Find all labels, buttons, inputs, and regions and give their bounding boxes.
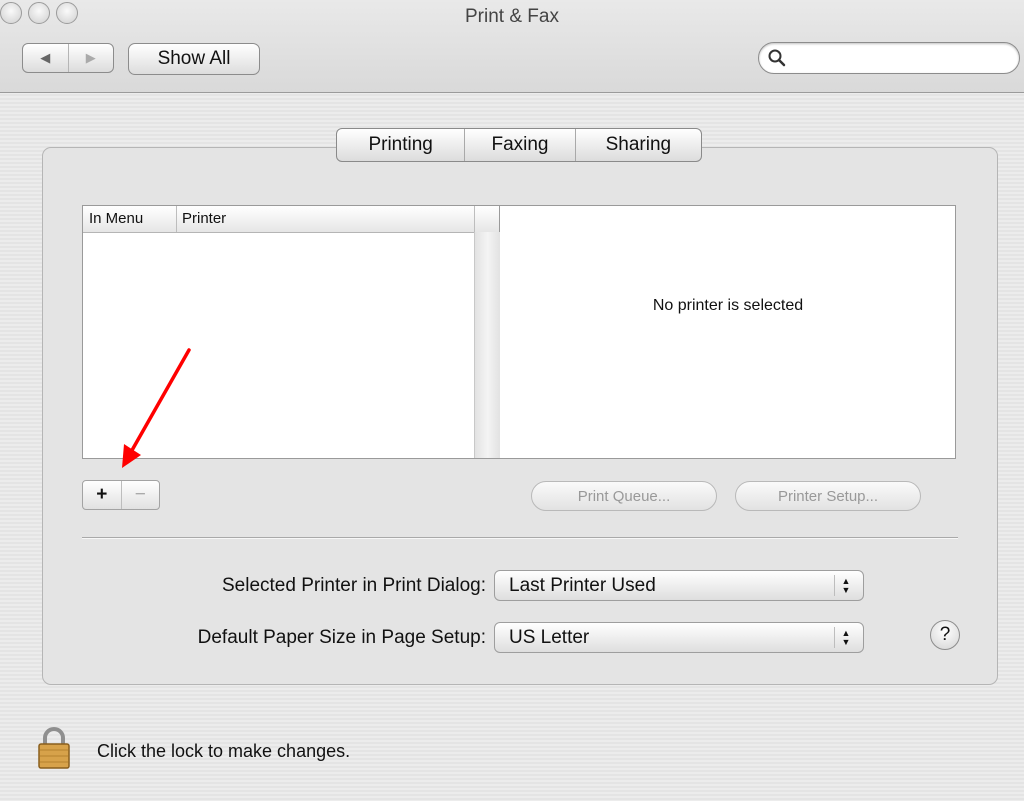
search-input[interactable] bbox=[758, 42, 1020, 74]
print-fax-window: Print & Fax ◀ ▶ Show All Printing Faxing… bbox=[0, 0, 1024, 801]
section-divider bbox=[82, 537, 958, 539]
tab-printing[interactable]: Printing bbox=[337, 129, 464, 161]
popup-arrows-icon: ▲ ▼ bbox=[834, 575, 857, 596]
column-header-printer[interactable]: Printer bbox=[182, 210, 226, 227]
tab-faxing[interactable]: Faxing bbox=[464, 129, 574, 161]
tab-bar: Printing Faxing Sharing bbox=[336, 128, 702, 162]
paper-size-popup[interactable]: US Letter ▲ ▼ bbox=[494, 622, 864, 653]
paper-size-label: Default Paper Size in Page Setup: bbox=[197, 627, 486, 648]
printer-detail-pane: No printer is selected bbox=[500, 205, 956, 459]
window-title: Print & Fax bbox=[465, 6, 559, 27]
paper-size-value: US Letter bbox=[509, 627, 590, 648]
show-all-button[interactable]: Show All bbox=[128, 43, 260, 75]
forward-button[interactable]: ▶ bbox=[67, 44, 114, 72]
column-header-in-menu[interactable]: In Menu bbox=[89, 210, 143, 227]
toolbar: Print & Fax ◀ ▶ Show All bbox=[0, 0, 1024, 93]
help-button[interactable]: ? bbox=[930, 620, 960, 650]
selected-printer-popup[interactable]: Last Printer Used ▲ ▼ bbox=[494, 570, 864, 601]
printer-list-header: In Menu Printer bbox=[83, 206, 499, 233]
selected-printer-label: Selected Printer in Print Dialog: bbox=[221, 575, 486, 596]
remove-printer-button[interactable]: − bbox=[120, 481, 160, 509]
selected-printer-value: Last Printer Used bbox=[509, 575, 656, 596]
lock-icon[interactable] bbox=[37, 727, 71, 769]
back-forward-control: ◀ ▶ bbox=[22, 43, 114, 73]
question-icon: ? bbox=[939, 624, 951, 645]
back-arrow-icon: ◀ bbox=[40, 50, 51, 65]
tab-sharing[interactable]: Sharing bbox=[574, 129, 701, 161]
back-button[interactable]: ◀ bbox=[23, 44, 68, 72]
no-printer-message: No printer is selected bbox=[652, 297, 804, 314]
add-remove-control: + − bbox=[82, 480, 160, 510]
lock-message: Click the lock to make changes. bbox=[97, 741, 351, 761]
list-scrollbar[interactable] bbox=[474, 232, 500, 458]
search-icon bbox=[768, 49, 786, 67]
add-printer-button[interactable]: + bbox=[83, 481, 121, 509]
printer-list[interactable]: In Menu Printer bbox=[82, 205, 500, 459]
printer-setup-button[interactable]: Printer Setup... bbox=[735, 481, 921, 511]
forward-arrow-icon: ▶ bbox=[85, 50, 96, 65]
popup-arrows-icon: ▲ ▼ bbox=[834, 627, 857, 648]
print-queue-button[interactable]: Print Queue... bbox=[531, 481, 717, 511]
